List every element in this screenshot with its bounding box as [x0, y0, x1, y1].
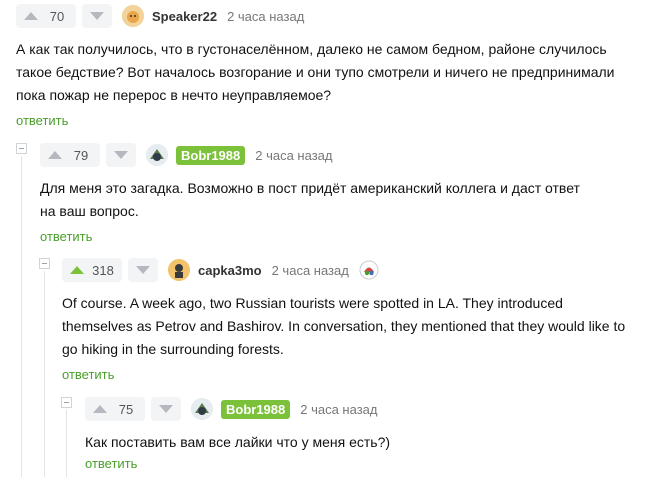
downvote-icon[interactable]: [114, 151, 128, 159]
comment-header: 79 Bobr1988 2 часа назад: [40, 141, 620, 169]
downvote-icon[interactable]: [90, 12, 104, 20]
author-name[interactable]: Bobr1988: [221, 399, 291, 419]
reply-link[interactable]: ответить: [85, 456, 137, 471]
avatar[interactable]: [191, 398, 213, 420]
beaver-avatar-icon: [146, 144, 168, 166]
downvote-box[interactable]: [106, 143, 136, 167]
rating-box: 318: [62, 258, 122, 282]
comment-header: 75 Bobr1988 2 часа назад: [85, 395, 625, 423]
author-name[interactable]: Speaker22: [152, 9, 217, 24]
comment-text: Of course. A week ago, two Russian touri…: [62, 295, 626, 357]
character-avatar-icon: [168, 259, 190, 281]
comment-text: Как поставить вам все лайки что у меня е…: [85, 434, 391, 450]
timestamp[interactable]: 2 часа назад: [272, 263, 349, 278]
downvote-icon[interactable]: [136, 266, 150, 274]
collapse-toggle[interactable]: [61, 397, 72, 408]
award-icon[interactable]: [359, 260, 379, 280]
rating-box: 79: [40, 143, 100, 167]
comment: 70 Speaker22 2 часа назад А как так полу…: [16, 2, 636, 130]
rating-value: 75: [118, 401, 134, 417]
avatar[interactable]: [168, 259, 190, 281]
rating-box: 70: [16, 4, 76, 28]
thread-line[interactable]: [44, 271, 45, 477]
rating-box: 75: [85, 397, 145, 421]
upvote-icon[interactable]: [48, 151, 62, 159]
beaver-avatar-icon: [191, 398, 213, 420]
collapse-toggle[interactable]: [39, 258, 50, 269]
author-name[interactable]: Bobr1988: [176, 145, 246, 165]
timestamp[interactable]: 2 часа назад: [255, 148, 332, 163]
comment-text: А как так получилось, что в густонаселён…: [16, 41, 615, 103]
thread-line[interactable]: [66, 410, 67, 477]
avatar[interactable]: [146, 144, 168, 166]
rating-value: 318: [92, 262, 114, 278]
reply-link[interactable]: ответить: [62, 367, 114, 382]
thread-line[interactable]: [21, 156, 22, 477]
comment: 318 capka3mo 2 часа назад Of course. A w…: [62, 256, 642, 384]
comment-header: 318 capka3mo 2 часа назад: [62, 256, 642, 284]
downvote-box[interactable]: [82, 4, 112, 28]
comment-header: 70 Speaker22 2 часа назад: [16, 2, 636, 30]
downvote-box[interactable]: [151, 397, 181, 421]
collapse-toggle[interactable]: [16, 143, 27, 154]
upvote-icon[interactable]: [24, 12, 38, 20]
timestamp[interactable]: 2 часа назад: [300, 402, 377, 417]
avatar[interactable]: [122, 5, 144, 27]
upvote-icon[interactable]: [93, 405, 107, 413]
author-name[interactable]: capka3mo: [198, 263, 262, 278]
rating-value: 79: [73, 147, 89, 163]
comment: 79 Bobr1988 2 часа назад Для меня это за…: [40, 141, 620, 246]
comment: 75 Bobr1988 2 часа назад Как поставить в…: [85, 395, 625, 473]
cat-avatar-icon: [122, 5, 144, 27]
downvote-box[interactable]: [128, 258, 158, 282]
award-badge-icon: [359, 260, 379, 280]
rating-value: 70: [49, 8, 65, 24]
timestamp[interactable]: 2 часа назад: [227, 9, 304, 24]
downvote-icon[interactable]: [159, 405, 173, 413]
upvote-icon[interactable]: [70, 266, 84, 274]
reply-link[interactable]: ответить: [40, 229, 92, 244]
comment-text: Для меня это загадка. Возможно в пост пр…: [40, 180, 580, 219]
reply-link[interactable]: ответить: [16, 113, 68, 128]
